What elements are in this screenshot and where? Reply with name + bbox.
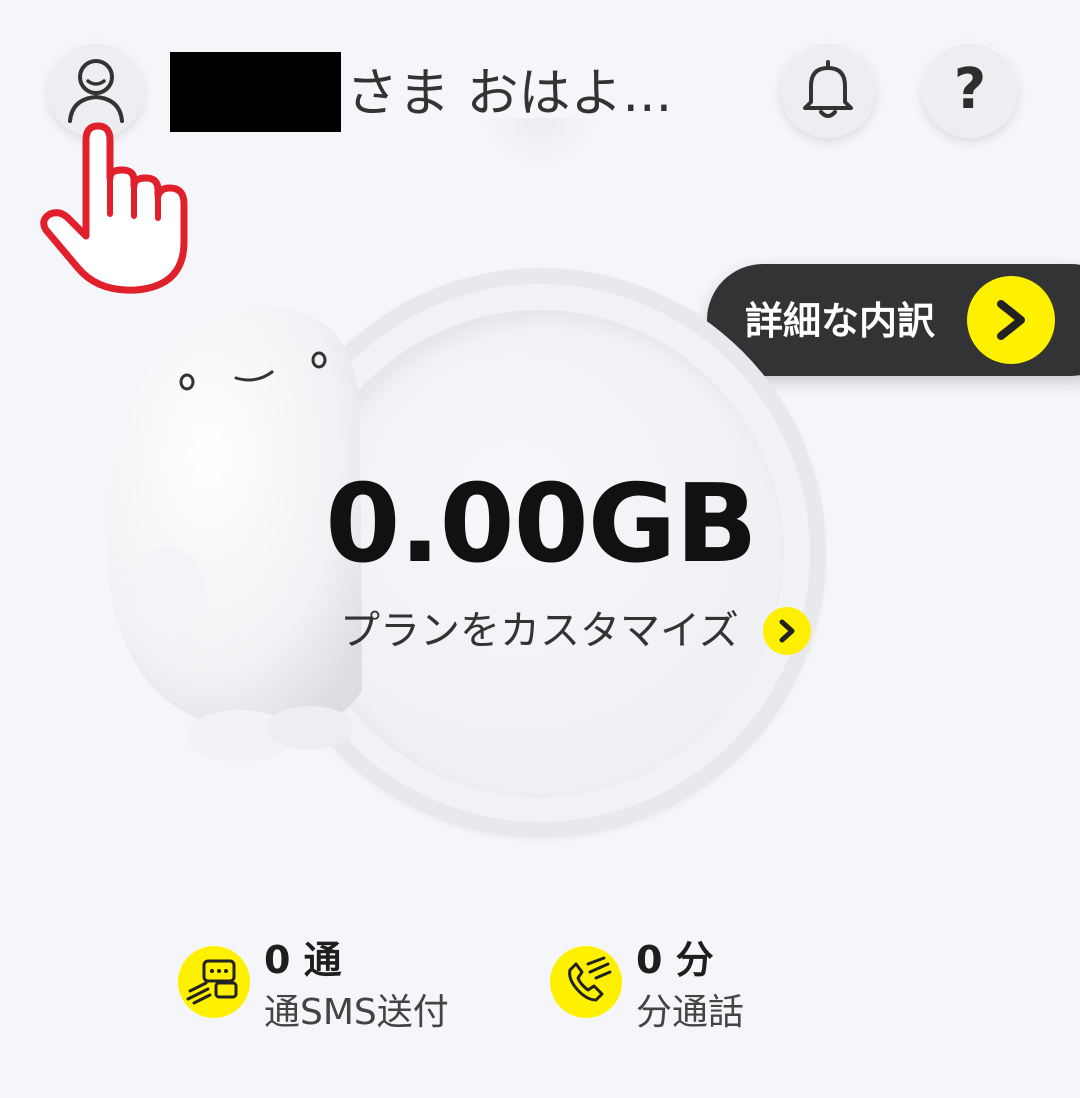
call-label: 分通話 — [636, 992, 745, 1033]
call-minutes: 0 分 — [636, 938, 714, 982]
pointing-hand-icon — [40, 122, 188, 294]
sms-count: 0 通 — [264, 938, 342, 982]
person-outline-icon — [68, 59, 124, 123]
sms-usage-stat: 0 通 通SMS送付 — [178, 936, 449, 1038]
data-amount: 0.00GB — [325, 462, 757, 587]
customize-plan-label: プランをカスタマイズ — [340, 608, 739, 654]
notifications-button[interactable] — [780, 42, 876, 138]
decorative-shadow — [480, 118, 600, 170]
details-breakdown-button[interactable]: 詳細な内訳 — [707, 264, 1080, 376]
chat-bubbles-icon — [178, 946, 250, 1018]
redacted-username — [170, 52, 341, 132]
help-button[interactable]: ? — [922, 42, 1018, 138]
sms-label: 通SMS送付 — [264, 992, 449, 1033]
question-mark-icon: ? — [953, 57, 987, 122]
phone-icon — [550, 946, 622, 1018]
greeting-text: さま おはよ... — [346, 64, 673, 124]
call-usage-stat: 0 分 分通話 — [550, 936, 744, 1038]
customize-plan-link[interactable]: プランをカスタマイズ — [340, 606, 811, 656]
chevron-right-icon — [967, 276, 1055, 364]
details-breakdown-label: 詳細な内訳 — [745, 299, 936, 343]
bell-icon — [803, 60, 853, 118]
chevron-right-icon — [762, 607, 811, 655]
